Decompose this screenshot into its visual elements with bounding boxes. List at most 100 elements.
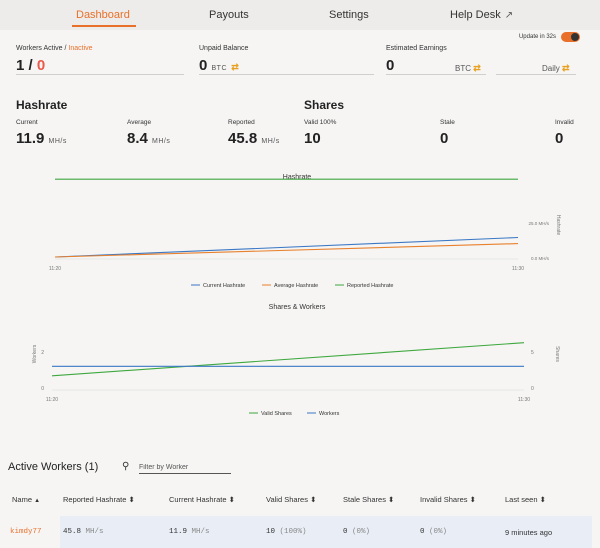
stale-shares-value: 0 [440, 130, 449, 147]
row-stale-shares: 0 (0%) [343, 528, 370, 536]
column-label: Current Hashrate [169, 495, 227, 504]
tab-help-desk[interactable]: Help Desk ↗ [450, 9, 513, 21]
sort-icon: ⬍ [539, 495, 546, 504]
cell-percent: (100%) [279, 528, 307, 536]
estimated-earnings-label: Estimated Earnings [386, 45, 447, 52]
invalid-shares-value: 0 [555, 130, 564, 147]
tab-dashboard[interactable]: Dashboard [76, 9, 130, 21]
cell-value: 0 [420, 528, 425, 536]
cell-value: 0 [343, 528, 348, 536]
workers-active-label: Workers Active / [16, 45, 69, 52]
sort-icon: ⬍ [228, 495, 235, 504]
sort-icon: ⬍ [310, 495, 317, 504]
shares-section-title: Shares [304, 98, 345, 112]
legend-label: Current Hashrate [203, 283, 245, 289]
legend-label: Average Hashrate [274, 283, 318, 289]
unpaid-balance-label: Unpaid Balance [199, 45, 249, 52]
y2-tick-label: 0.0 MH/s [531, 256, 550, 261]
row-valid-shares: 10 (100%) [266, 528, 307, 536]
legend-label: Workers [319, 411, 340, 417]
series-line-current-hashrate [54, 236, 519, 258]
y2-tick-label: 5 [531, 350, 534, 356]
column-last-seen[interactable]: Last seen ⬍ [505, 495, 546, 504]
tab-payouts[interactable]: Payouts [209, 9, 249, 21]
divider [386, 74, 486, 75]
column-label: Invalid Shares [420, 495, 468, 504]
cell-value: 45.8 [63, 528, 82, 536]
reported-hashrate-label: Reported [228, 119, 255, 126]
average-hashrate-label: Average [127, 119, 152, 126]
filter-worker-input[interactable] [139, 461, 231, 474]
worker-name-link[interactable]: kimdy77 [10, 528, 42, 536]
sort-asc-icon: ▲ [34, 498, 41, 504]
y2-axis-label: Hashrate [555, 215, 561, 236]
legend-label: Valid Shares [261, 411, 292, 417]
series-line-valid-shares [51, 342, 525, 377]
y2-tick-label: 0 [531, 386, 534, 392]
cell-value: 10 [266, 528, 276, 536]
chart-legend: Valid Shares Workers [249, 411, 340, 417]
earnings-currency-select[interactable]: BTC ⇄ [455, 63, 481, 74]
x-tick-label: 11:20 [46, 397, 58, 403]
column-reported-hashrate[interactable]: Reported Hashrate ⬍ [63, 495, 135, 504]
workers-inactive-count: 0 [36, 57, 46, 74]
column-name[interactable]: Name ▲ [12, 495, 40, 504]
column-label: Last seen [505, 495, 538, 504]
hashrate-section-title: Hashrate [16, 98, 68, 112]
hashrate-unit: MH/s [152, 138, 171, 145]
estimated-earnings-value: 0 [386, 57, 395, 74]
unpaid-balance: 0 BTC ⇄ [199, 57, 239, 74]
earnings-period-select[interactable]: Daily ⇄ [542, 63, 570, 74]
sort-icon: ⬍ [388, 495, 395, 504]
help-desk-label: Help Desk [450, 9, 501, 21]
external-link-icon: ↗ [504, 10, 514, 21]
x-tick-label: 11:20 [49, 266, 61, 272]
row-invalid-shares: 0 (0%) [420, 528, 447, 536]
valid-shares-label: Valid 100% [304, 119, 337, 126]
cell-percent: (0%) [352, 528, 371, 536]
current-hashrate-value: 11.9 [16, 130, 45, 147]
y2-tick-label: 25.0 MH/s [528, 221, 549, 226]
reported-hashrate-value: 45.8 [228, 130, 258, 147]
legend-label: Reported Hashrate [347, 283, 393, 289]
update-label: Update in 32s [518, 34, 556, 40]
cell-value: 11.9 [169, 528, 188, 536]
stale-shares-label: Stale [440, 119, 455, 126]
y-tick-label: 2 [41, 350, 44, 356]
swap-period-icon: ⇄ [562, 63, 570, 73]
series-line-average-hashrate [54, 243, 519, 258]
unpaid-balance-unit: BTC [211, 65, 228, 72]
cell-unit: MH/s [191, 528, 210, 536]
earnings-currency-label: BTC [455, 64, 471, 73]
active-tab-indicator [72, 25, 136, 27]
y-axis-label: Workers [32, 344, 38, 363]
x-tick-label: 11:30 [512, 266, 524, 272]
earnings-period-label: Daily [542, 64, 560, 73]
swap-currency-icon[interactable]: ⇄ [231, 62, 239, 72]
column-current-hashrate[interactable]: Current Hashrate ⬍ [169, 495, 235, 504]
divider [496, 74, 576, 75]
current-hashrate-label: Current [16, 119, 38, 126]
reported-hashrate: 45.8 MH/s [228, 130, 280, 147]
cell-unit: MH/s [85, 528, 104, 536]
sort-icon: ⬍ [469, 495, 476, 504]
update-toggle[interactable] [561, 32, 580, 42]
valid-shares-value: 10 [304, 130, 321, 147]
unpaid-balance-value: 0 [199, 57, 208, 74]
column-invalid-shares[interactable]: Invalid Shares ⬍ [420, 495, 476, 504]
hashrate-chart: Hashrate 11:20 11:30 0.0 MH/s 25.0 MH/s … [49, 174, 561, 289]
hashrate-unit: MH/s [261, 138, 280, 145]
average-hashrate: 8.4 MH/s [127, 130, 170, 147]
invalid-shares-label: Invalid [555, 119, 574, 126]
column-stale-shares[interactable]: Stale Shares ⬍ [343, 495, 394, 504]
row-last-seen: 9 minutes ago [505, 528, 553, 537]
chart-title: Shares & Workers [269, 304, 326, 311]
workers-label: Workers Active / Inactive [16, 45, 93, 52]
workers-inactive-label: Inactive [68, 45, 93, 52]
hashrate-unit: MH/s [48, 138, 67, 145]
column-valid-shares[interactable]: Valid Shares ⬍ [266, 495, 316, 504]
tab-settings[interactable]: Settings [329, 9, 369, 21]
workers-separator: / [24, 57, 37, 74]
search-icon: ⚲ [122, 461, 130, 472]
average-hashrate-value: 8.4 [127, 130, 148, 147]
